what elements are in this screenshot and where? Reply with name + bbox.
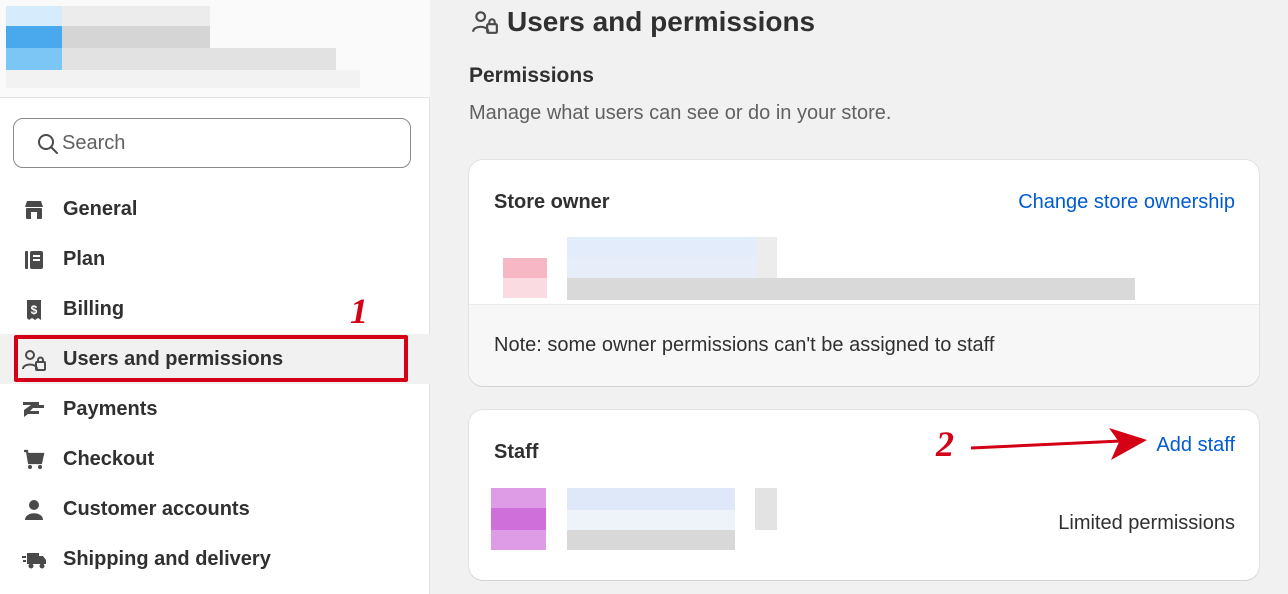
cart-icon (21, 447, 47, 473)
search-placeholder: Search (62, 131, 126, 154)
sidebar-item-label: Customer accounts (63, 497, 250, 520)
staff-permission-level: Limited permissions (1058, 512, 1235, 534)
page-title-text: Users and permissions (507, 6, 816, 37)
staff-title: Staff (494, 441, 539, 463)
store-owner-card: Store owner Change store ownership Note:… (469, 160, 1259, 386)
annotation-step-2: 2 (936, 424, 954, 464)
sidebar-item-label: General (63, 197, 138, 220)
payments-icon (21, 397, 47, 423)
users-icon (472, 11, 498, 34)
page-title: Users and permissions (471, 6, 815, 38)
main-content: Users and permissions Permissions Manage… (431, 0, 1288, 594)
sidebar-item-plan[interactable]: Plan (0, 234, 430, 284)
sidebar-item-label: Shipping and delivery (63, 547, 271, 570)
search-input[interactable]: Search (13, 118, 411, 168)
annotation-step-1: 1 (350, 291, 368, 331)
billing-icon: $ (21, 297, 47, 323)
owner-note: Note: some owner permissions can't be as… (469, 304, 1259, 386)
sidebar-item-customer-accounts[interactable]: Customer accounts (0, 484, 430, 534)
person-icon (21, 497, 47, 523)
svg-text:$: $ (31, 303, 38, 317)
add-staff-link[interactable]: Add staff (1156, 434, 1235, 457)
truck-icon (21, 547, 47, 573)
section-description: Manage what users can see or do in your … (469, 102, 892, 124)
sidebar-item-label: Payments (63, 397, 158, 420)
change-store-ownership-link[interactable]: Change store ownership (1018, 191, 1235, 214)
annotation-highlight-box (14, 335, 408, 382)
store-header-redacted (0, 0, 430, 98)
sidebar-item-label: Checkout (63, 447, 155, 470)
sidebar-item-checkout[interactable]: Checkout (0, 434, 430, 484)
annotation-arrow (971, 428, 1147, 460)
sidebar: Search General Plan $ Billing Users and … (0, 0, 430, 594)
sidebar-item-label: Billing (63, 297, 125, 320)
search-icon (38, 134, 58, 154)
sidebar-item-shipping-and-delivery[interactable]: Shipping and delivery (0, 534, 430, 584)
sidebar-item-label: Plan (63, 247, 106, 270)
owner-note-text: Note: some owner permissions can't be as… (494, 334, 995, 356)
sidebar-item-general[interactable]: General (0, 184, 430, 234)
store-icon (21, 197, 47, 223)
plan-icon (21, 247, 47, 273)
settings-nav: General Plan $ Billing Users and permiss… (0, 184, 430, 584)
sidebar-item-payments[interactable]: Payments (0, 384, 430, 434)
store-owner-title: Store owner (494, 191, 610, 213)
section-title: Permissions (469, 64, 594, 87)
